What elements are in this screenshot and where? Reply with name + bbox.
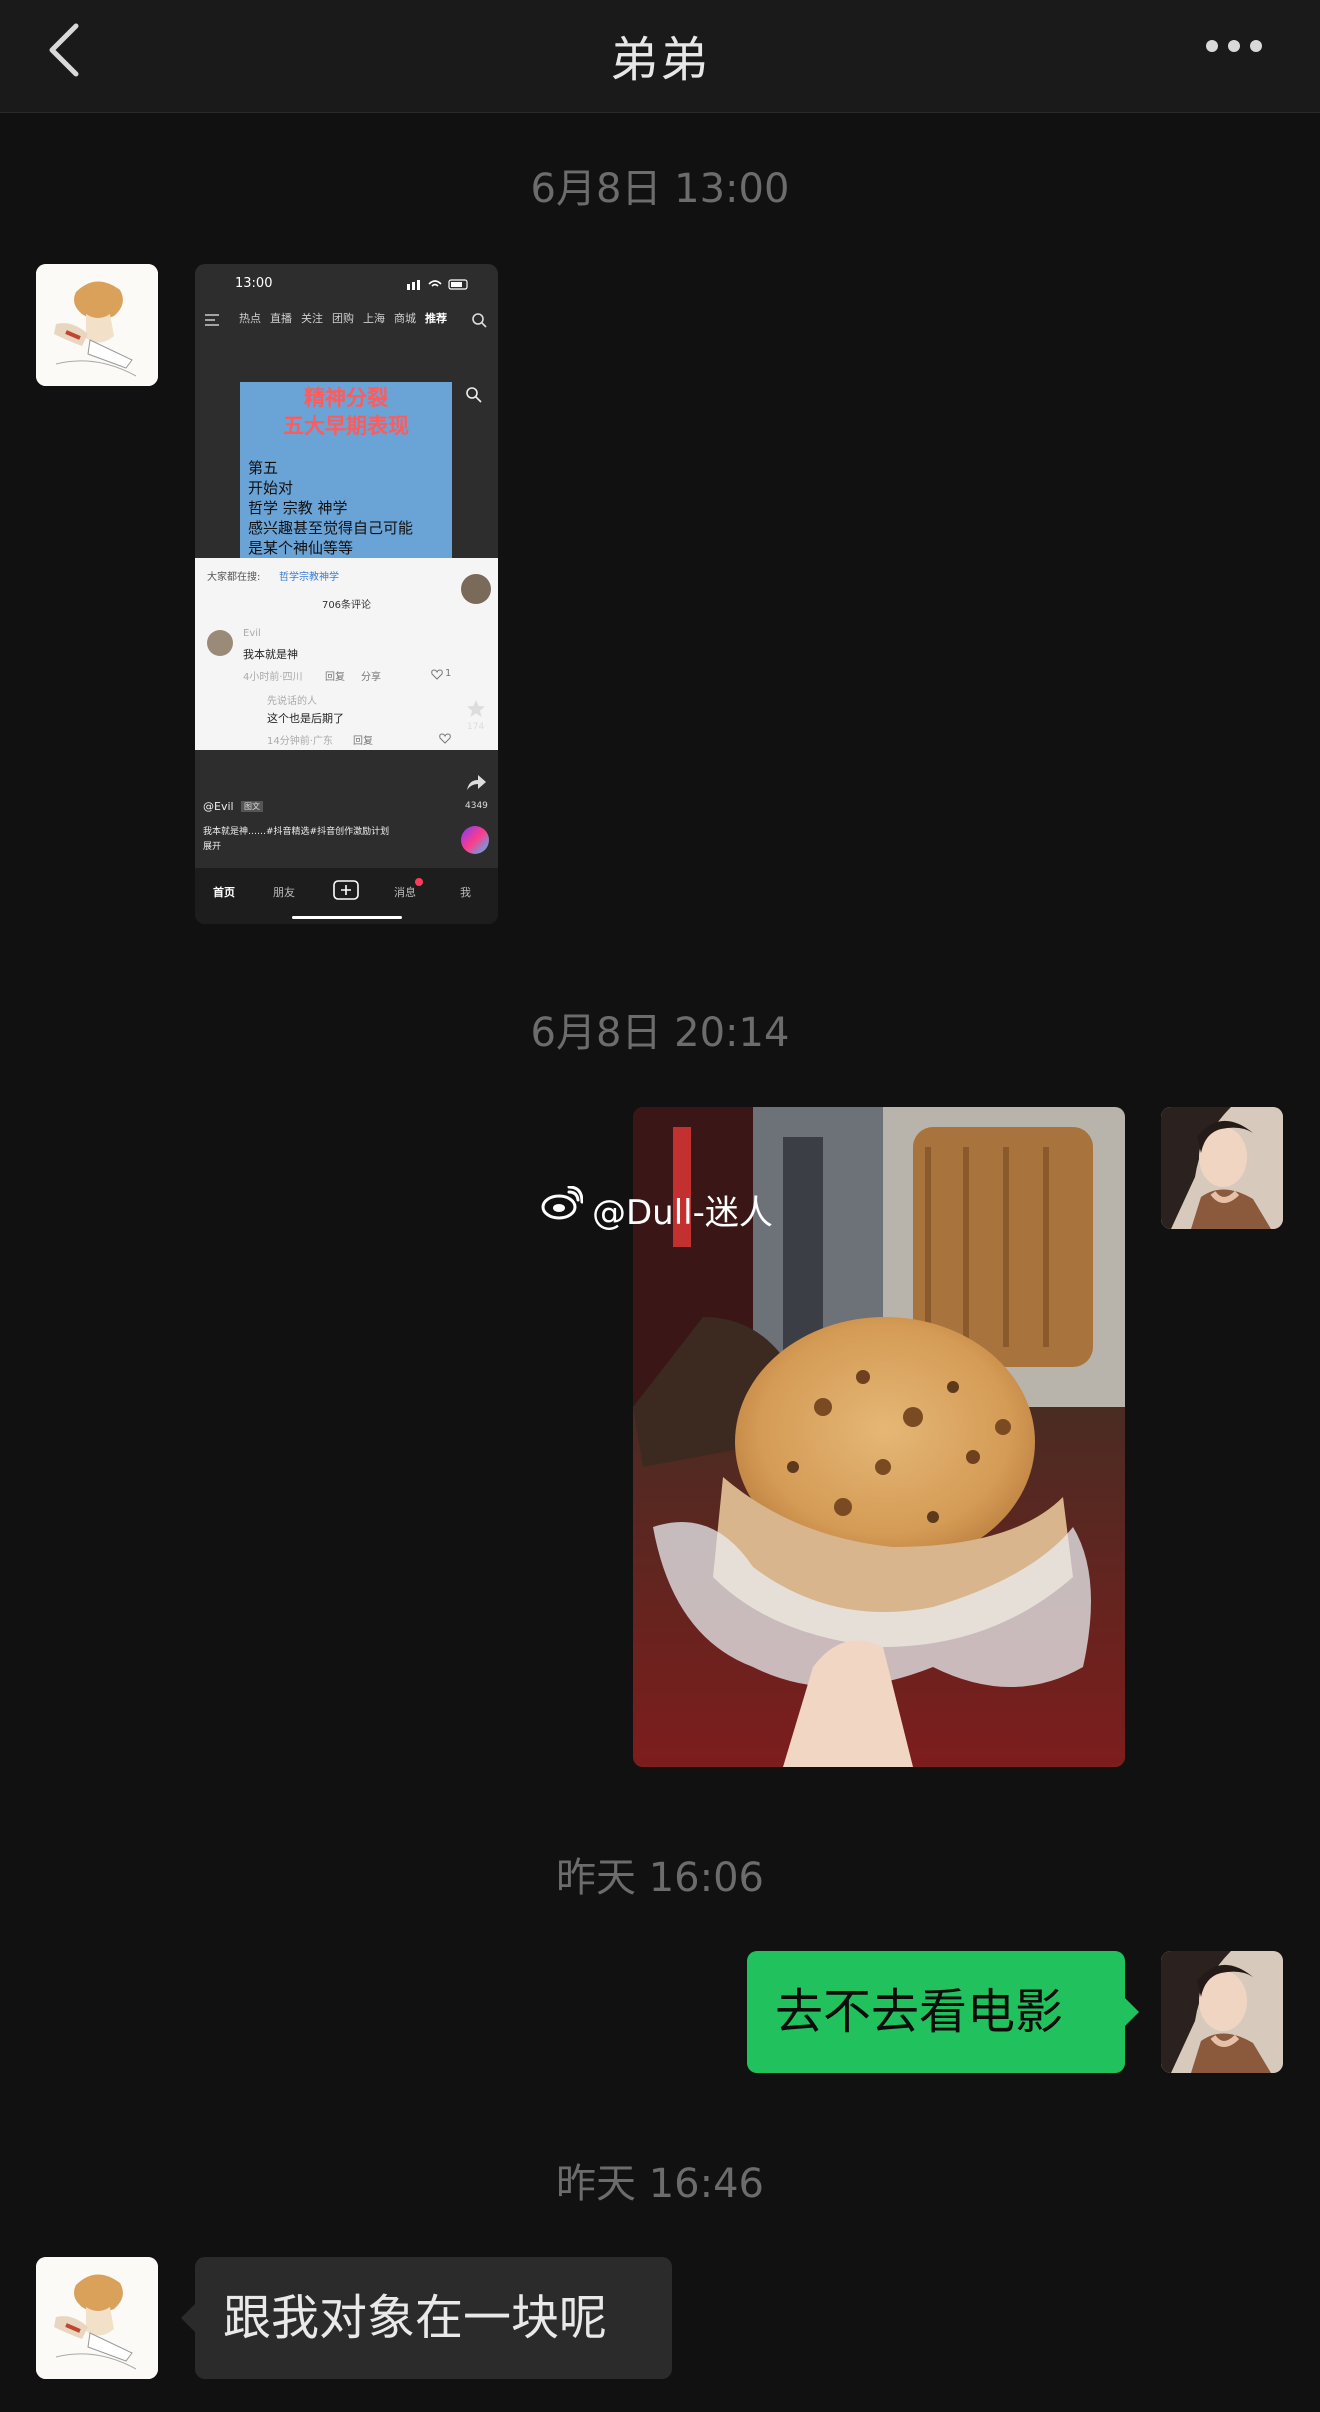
screenshot-tab: 关注	[301, 312, 323, 325]
favorite-count: 174	[467, 722, 485, 732]
screenshot-tab: 直播	[270, 312, 292, 325]
comment-sheet: 大家都在搜: 哲学宗教神学 706条评论 Evil 我本就是神 4小时前·四川 …	[195, 558, 498, 750]
reply-meta: 14分钟前·广东	[267, 736, 333, 747]
bubble-tail	[181, 2304, 195, 2332]
video-line: 第五	[248, 459, 279, 477]
author-avatar	[461, 574, 491, 604]
my-avatar-art	[1161, 1107, 1283, 1229]
comment-text: 我本就是神	[243, 648, 298, 661]
more-dots-icon[interactable]	[1204, 34, 1264, 58]
contact-avatar[interactable]	[36, 2257, 158, 2379]
contact-avatar-art	[36, 264, 158, 386]
author-tag: 图文	[241, 801, 263, 812]
comment-reply: 回复	[325, 672, 345, 683]
comment-likes: 1	[445, 668, 452, 679]
video-title-line: 精神分裂	[304, 386, 388, 410]
share-arrow-icon	[467, 775, 486, 790]
comment-count: 706条评论	[321, 600, 372, 611]
nav-me: 我	[460, 886, 471, 899]
music-disc	[461, 826, 489, 854]
reply-text: 这个也是后期了	[267, 712, 344, 725]
menu-icon	[205, 314, 219, 326]
video-cover: 精神分裂 五大早期表现 第五 开始对 哲学 宗教 神学 感兴趣甚至觉得自己可能 …	[240, 382, 452, 558]
search-prefix: 大家都在搜:	[207, 572, 261, 583]
comment-meta: 4小时前·四川	[243, 672, 303, 683]
nav-home: 首页	[213, 886, 235, 899]
commenter-avatar	[207, 630, 233, 656]
home-indicator	[292, 916, 402, 919]
comment-user: Evil	[243, 628, 261, 639]
screenshot-tab-bar: 热点 直播 关注 团购 上海 商城 推荐	[195, 310, 498, 330]
bubble-tail	[1125, 1998, 1139, 2026]
caption-expand: 展开	[203, 842, 222, 852]
weibo-icon	[541, 1186, 583, 1220]
heart-icon	[439, 733, 451, 744]
my-avatar-art	[1161, 1951, 1283, 2073]
screenshot-tab: 商城	[394, 312, 416, 325]
photo-watermark: @Dull-迷人	[592, 1193, 773, 1233]
screenshot-tab-active: 推荐	[425, 312, 447, 325]
reply-user: 先说话的人	[267, 696, 317, 707]
contact-avatar[interactable]	[36, 264, 158, 386]
star-icon	[467, 700, 485, 717]
video-title-line: 五大早期表现	[283, 414, 409, 438]
search-icon	[466, 387, 482, 403]
status-icons	[407, 279, 468, 290]
video-author: @Evil	[203, 800, 234, 813]
contact-message-bubble[interactable]: 跟我对象在一块呢	[195, 2257, 672, 2379]
video-line: 是某个神仙等等	[248, 539, 354, 557]
timestamp: 6月8日 13:00	[530, 166, 790, 212]
share-count: 4349	[465, 801, 488, 811]
video-line: 感兴趣甚至觉得自己可能	[248, 519, 414, 537]
screenshot-tab: 上海	[363, 312, 385, 325]
video-line: 哲学 宗教 神学	[248, 499, 348, 517]
my-avatar[interactable]	[1161, 1107, 1283, 1229]
reply-reply: 回复	[353, 736, 373, 747]
unread-badge	[415, 878, 423, 886]
screenshot-bottom-nav: 首页 朋友 消息 我	[195, 868, 498, 924]
video-caption: 我本就是神……#抖音精选#抖音创作激励计划	[203, 827, 390, 837]
nav-messages: 消息	[394, 886, 416, 899]
shared-screenshot[interactable]: 13:00 热点 直播 关注 团购 上海 商城 推荐 精神分裂 五大早期表现 第…	[195, 264, 498, 924]
comment-share: 分享	[361, 672, 381, 683]
search-term: 哲学宗教神学	[279, 572, 339, 583]
contact-avatar-art	[36, 2257, 158, 2379]
nav-friends: 朋友	[273, 886, 295, 899]
my-avatar[interactable]	[1161, 1951, 1283, 2073]
chat-header: 弟弟	[0, 0, 1320, 113]
screenshot-tab: 热点	[239, 312, 261, 325]
screenshot-status-time: 13:00	[235, 276, 273, 291]
timestamp: 6月8日 20:14	[530, 1010, 790, 1056]
my-message-bubble[interactable]: 去不去看电影	[747, 1951, 1125, 2073]
timestamp: 昨天 16:06	[556, 1855, 764, 1901]
plus-icon	[333, 880, 359, 900]
video-line: 开始对	[248, 479, 294, 497]
screenshot-tab: 团购	[332, 312, 354, 325]
heart-icon	[431, 669, 443, 680]
chat-title: 弟弟	[609, 32, 710, 88]
timestamp: 昨天 16:46	[556, 2161, 764, 2207]
search-icon	[472, 313, 487, 328]
